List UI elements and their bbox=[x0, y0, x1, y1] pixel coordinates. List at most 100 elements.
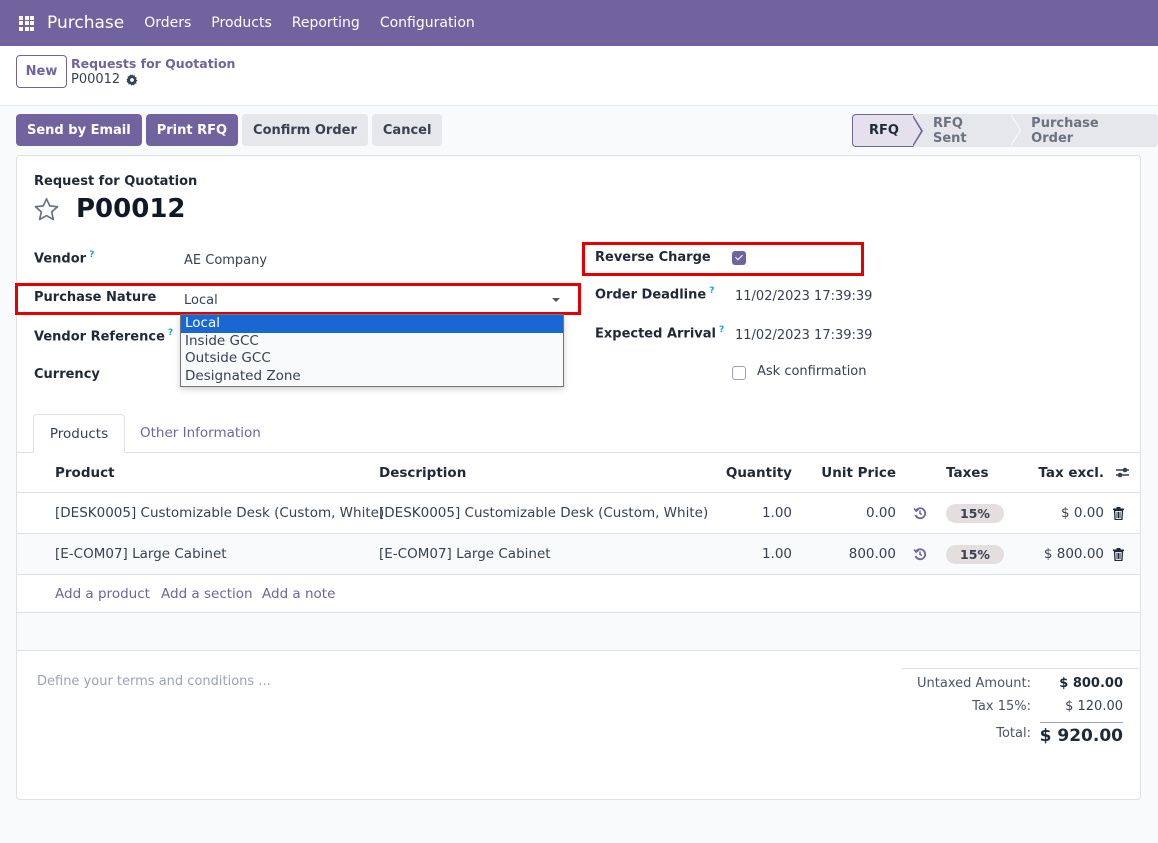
tax-row: Tax 15%: $ 120.00 bbox=[902, 692, 1139, 715]
control-panel: New Requests for Quotation P00012 bbox=[0, 46, 1158, 106]
trash-icon[interactable] bbox=[1113, 534, 1124, 574]
apps-grid-icon[interactable] bbox=[19, 15, 34, 31]
row-description[interactable]: [E-COM07] Large Cabinet bbox=[379, 534, 551, 574]
vendor-help-icon[interactable]: ? bbox=[89, 250, 94, 260]
document-type: Request for Quotation bbox=[34, 174, 198, 189]
menu-configuration[interactable]: Configuration bbox=[380, 15, 475, 31]
tax-label: Tax 15%: bbox=[972, 699, 1031, 714]
row-taxes[interactable]: 15% bbox=[946, 493, 1004, 533]
ask-confirmation-checkbox[interactable] bbox=[732, 366, 746, 380]
star-icon[interactable] bbox=[33, 196, 60, 223]
gear-icon[interactable] bbox=[126, 73, 138, 86]
expected-arrival-label: Expected Arrival? bbox=[595, 325, 724, 341]
price-history-icon[interactable] bbox=[913, 493, 927, 533]
header-description[interactable]: Description bbox=[379, 453, 466, 492]
row-description[interactable]: [DESK0005] Customizable Desk (Custom, Wh… bbox=[379, 493, 708, 533]
vendor-label-text: Vendor bbox=[34, 251, 87, 267]
header-tax-excl[interactable]: Tax excl. bbox=[1038, 453, 1104, 492]
stage-rfq-sent[interactable]: RFQ Sent bbox=[913, 113, 1022, 147]
purchase-nature-dropdown: Local Inside GCC Outside GCC Designated … bbox=[180, 314, 564, 387]
ask-confirmation-label: Ask confirmation bbox=[757, 364, 867, 379]
add-product-link[interactable]: Add a product bbox=[55, 575, 150, 613]
row-tax-excl: $ 0.00 bbox=[1061, 505, 1104, 521]
header-unit-price[interactable]: Unit Price bbox=[821, 453, 896, 492]
table-row[interactable]: [E-COM07] Large Cabinet [E-COM07] Large … bbox=[17, 534, 1140, 575]
breadcrumb: Requests for Quotation P00012 bbox=[71, 56, 235, 87]
header-taxes[interactable]: Taxes bbox=[946, 453, 988, 492]
empty-row bbox=[17, 613, 1140, 651]
option-designated-zone[interactable]: Designated Zone bbox=[181, 368, 563, 386]
tax-badge: 15% bbox=[946, 544, 1004, 564]
row-quantity[interactable]: 1.00 bbox=[762, 534, 792, 574]
vendor-field[interactable]: AE Company bbox=[184, 253, 267, 268]
stage-arrow bbox=[911, 115, 923, 147]
row-quantity[interactable]: 1.00 bbox=[762, 493, 792, 533]
purchase-nature-select[interactable]: Local bbox=[184, 290, 564, 312]
row-tax-excl: $ 800.00 bbox=[1043, 546, 1104, 562]
untaxed-amount-row: Untaxed Amount: $ 800.00 bbox=[902, 669, 1139, 692]
expected-arrival-field[interactable]: 11/02/2023 17:39:39 bbox=[735, 328, 872, 343]
order-deadline-label: Order Deadline? bbox=[595, 286, 714, 302]
row-product[interactable]: [E-COM07] Large Cabinet bbox=[55, 534, 227, 574]
stage-rfq-label: RFQ bbox=[869, 123, 899, 138]
option-outside-gcc[interactable]: Outside GCC bbox=[181, 350, 563, 368]
table-header: Product Description Quantity Unit Price … bbox=[17, 453, 1140, 493]
status-bar: RFQ RFQ Sent Purchase Order bbox=[852, 113, 1158, 147]
order-deadline-label-text: Order Deadline bbox=[595, 287, 707, 303]
price-history-icon[interactable] bbox=[913, 534, 927, 574]
order-lines-table: Product Description Quantity Unit Price … bbox=[17, 453, 1140, 651]
expected-arrival-label-text: Expected Arrival bbox=[595, 326, 716, 342]
stage-purchase-order[interactable]: Purchase Order bbox=[1011, 114, 1158, 147]
purchase-nature-label: Purchase Nature bbox=[34, 290, 157, 305]
breadcrumb-parent[interactable]: Requests for Quotation bbox=[71, 56, 235, 71]
menu-products[interactable]: Products bbox=[211, 15, 271, 31]
tax-badge: 15% bbox=[946, 503, 1004, 523]
print-rfq-button[interactable]: Print RFQ bbox=[145, 114, 239, 146]
document-name: P00012 bbox=[76, 194, 186, 224]
add-line-links: Add a product Add a section Add a note bbox=[17, 575, 1140, 613]
new-button[interactable]: New bbox=[16, 55, 67, 88]
tab-other-information[interactable]: Other Information bbox=[140, 414, 261, 453]
row-unit-price[interactable]: 0.00 bbox=[866, 493, 896, 533]
reverse-charge-checkbox[interactable] bbox=[732, 251, 746, 265]
menu-orders[interactable]: Orders bbox=[144, 15, 191, 31]
option-local[interactable]: Local bbox=[181, 315, 563, 333]
row-product[interactable]: [DESK0005] Customizable Desk (Custom, Wh… bbox=[55, 493, 384, 533]
add-note-link[interactable]: Add a note bbox=[262, 575, 335, 613]
app-name[interactable]: Purchase bbox=[47, 13, 124, 33]
header-quantity[interactable]: Quantity bbox=[726, 453, 792, 492]
row-taxes[interactable]: 15% bbox=[946, 534, 1004, 574]
expected-arrival-help-icon[interactable]: ? bbox=[719, 325, 724, 335]
vendor-label: Vendor? bbox=[34, 250, 94, 266]
order-deadline-help-icon[interactable]: ? bbox=[709, 286, 714, 296]
tab-products[interactable]: Products bbox=[33, 414, 125, 453]
terms-and-conditions-input[interactable]: Define your terms and conditions ... bbox=[37, 674, 271, 689]
confirm-order-button[interactable]: Confirm Order bbox=[242, 114, 368, 146]
header-product[interactable]: Product bbox=[55, 453, 115, 492]
reverse-charge-label: Reverse Charge bbox=[595, 250, 711, 265]
tax-value: $ 120.00 bbox=[1065, 699, 1123, 714]
add-section-link[interactable]: Add a section bbox=[161, 575, 253, 613]
purchase-nature-value: Local bbox=[184, 293, 218, 308]
row-unit-price[interactable]: 800.00 bbox=[849, 534, 896, 574]
sliders-icon bbox=[1116, 467, 1129, 478]
cancel-button[interactable]: Cancel bbox=[371, 114, 443, 146]
trash-icon[interactable] bbox=[1113, 493, 1124, 533]
stage-purchase-order-label: Purchase Order bbox=[1031, 115, 1099, 146]
action-buttons: Send by Email Print RFQ Confirm Order Ca… bbox=[16, 114, 443, 146]
stage-arrow bbox=[1010, 113, 1022, 146]
top-navbar: Purchase Orders Products Reporting Confi… bbox=[0, 0, 1158, 46]
vendor-reference-help-icon[interactable]: ? bbox=[168, 328, 173, 338]
stage-rfq-sent-label: RFQ Sent bbox=[932, 115, 967, 146]
vendor-reference-label: Vendor Reference? bbox=[34, 328, 173, 344]
table-row[interactable]: [DESK0005] Customizable Desk (Custom, Wh… bbox=[17, 493, 1140, 534]
menu-reporting[interactable]: Reporting bbox=[292, 15, 360, 31]
send-by-email-button[interactable]: Send by Email bbox=[16, 114, 142, 146]
stage-rfq[interactable]: RFQ bbox=[852, 114, 923, 147]
form-sheet: Request for Quotation P00012 Vendor? AE … bbox=[15, 155, 1141, 800]
order-deadline-field[interactable]: 11/02/2023 17:39:39 bbox=[735, 289, 872, 304]
optional-columns-toggle[interactable] bbox=[1115, 453, 1130, 492]
option-inside-gcc[interactable]: Inside GCC bbox=[181, 333, 563, 351]
chevron-down-icon bbox=[552, 298, 560, 302]
vendor-reference-label-text: Vendor Reference bbox=[34, 329, 165, 345]
